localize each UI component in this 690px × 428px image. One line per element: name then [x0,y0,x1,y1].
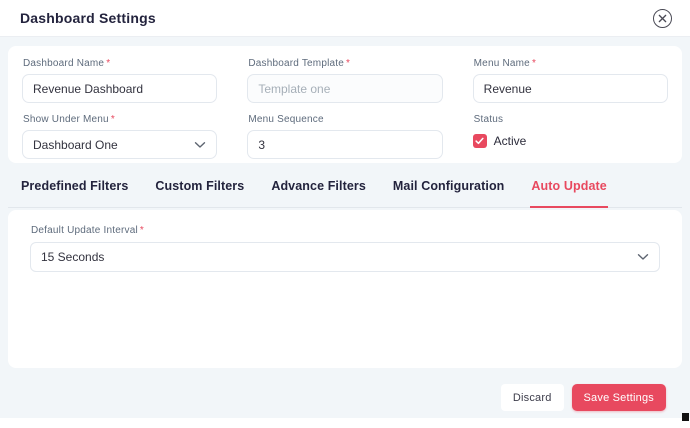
modal-title: Dashboard Settings [20,10,156,26]
active-checkbox-row[interactable]: Active [472,134,668,148]
tab-mail-configuration[interactable]: Mail Configuration [392,170,506,208]
required-marker: * [346,58,351,69]
menu-sequence-label: Menu Sequence [248,114,324,125]
dashboard-form-card: Dashboard Name* Dashboard Template* Menu… [8,46,682,163]
footer-actions: Discard Save Settings [500,384,666,411]
required-marker: * [110,114,115,125]
modal-header: Dashboard Settings [0,0,690,37]
checkbox-checked-icon[interactable] [472,134,487,148]
tab-custom-filters[interactable]: Custom Filters [154,170,245,208]
save-settings-button[interactable]: Save Settings [571,384,666,411]
tab-auto-update[interactable]: Auto Update [530,170,608,208]
auto-update-panel: Default Update Interval * 15 Seconds [8,210,682,368]
menu-sequence-input[interactable] [247,130,443,159]
dashboard-settings-modal: Dashboard Settings Dashboard Name* Dashb… [0,0,690,418]
field-menu-name: Menu Name * [472,57,668,103]
required-marker: * [106,58,111,69]
close-icon [658,14,667,23]
dashboard-template-input[interactable] [247,74,443,103]
screen-corner-artifact [682,413,689,421]
show-under-menu-select[interactable]: Dashboard One [22,130,218,159]
default-update-interval-select[interactable]: 15 Seconds [30,242,660,272]
required-marker: * [531,58,537,69]
show-under-menu-label: Show Under Menu * [23,114,115,125]
dashboard-template-label: Dashboard Template * [248,58,351,69]
field-dashboard-template: Dashboard Template * [247,57,443,103]
menu-name-label: Menu Name * [473,58,537,69]
field-default-update-interval: Default Update Interval * 15 Seconds [30,224,660,272]
chevron-down-icon [194,141,206,149]
field-dashboard-name: Dashboard Name * [22,57,218,103]
field-show-under-menu: Show Under Menu * Dashboard One [22,113,218,159]
menu-name-input[interactable] [472,74,668,103]
show-under-menu-value: Dashboard One [33,137,118,152]
settings-tabs: Predefined Filters Custom Filters Advanc… [8,170,682,208]
default-update-interval-value: 15 Seconds [41,250,105,264]
chevron-down-icon [637,253,649,261]
tab-predefined-filters[interactable]: Predefined Filters [20,170,129,208]
field-status: Status Active [472,113,668,159]
discard-button[interactable]: Discard [500,384,564,411]
status-label: Status [473,114,504,125]
close-button[interactable] [653,8,672,28]
dashboard-name-label: Dashboard Name * [23,58,111,69]
dashboard-name-input[interactable] [22,74,218,103]
default-update-interval-label: Default Update Interval * [31,225,144,236]
active-checkbox-label: Active [493,134,527,148]
required-marker: * [139,225,144,236]
field-menu-sequence: Menu Sequence [247,113,443,159]
tab-advance-filters[interactable]: Advance Filters [270,170,367,208]
